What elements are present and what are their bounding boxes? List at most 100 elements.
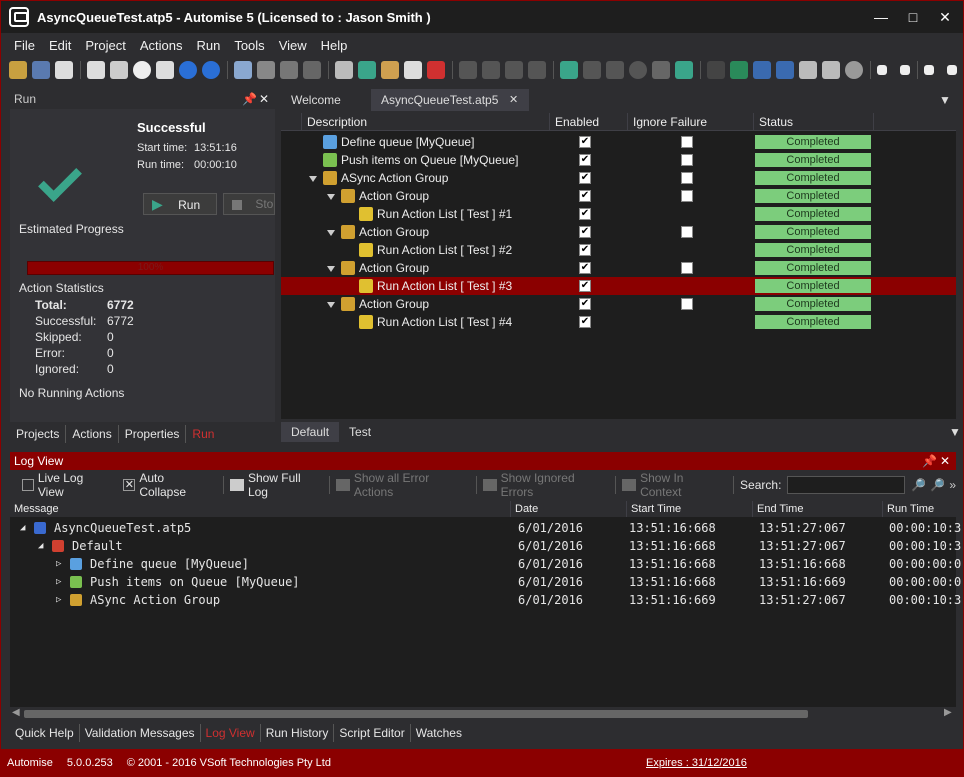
menu-view[interactable]: View bbox=[279, 38, 307, 53]
cut-icon[interactable] bbox=[234, 61, 252, 79]
square-icon[interactable] bbox=[900, 65, 910, 75]
ignore-failure-checkbox[interactable] bbox=[681, 172, 693, 184]
scroll-thumb[interactable] bbox=[24, 710, 808, 718]
log-col-message[interactable]: Message bbox=[10, 501, 510, 517]
checkbox-icon[interactable] bbox=[877, 65, 887, 75]
enabled-checkbox[interactable]: ✔ bbox=[579, 262, 591, 274]
grid-row[interactable]: Define queue [MyQueue] ✔ Completed bbox=[281, 133, 956, 151]
tab-menu-icon[interactable]: ▼ bbox=[939, 93, 951, 107]
check-icon[interactable] bbox=[358, 61, 376, 79]
expand-icon[interactable]: ▷ bbox=[56, 591, 61, 609]
enabled-checkbox[interactable]: ✔ bbox=[579, 316, 591, 328]
menu-file[interactable]: File bbox=[14, 38, 35, 53]
close-window-button[interactable]: ✕ bbox=[935, 7, 955, 27]
add-alt-icon[interactable] bbox=[156, 61, 174, 79]
log-row[interactable]: ▷ ASync Action Group 6/01/2016 13:51:16:669… bbox=[10, 591, 961, 609]
enabled-checkbox[interactable]: ✔ bbox=[579, 298, 591, 310]
scroll-left-icon[interactable]: ◀ bbox=[12, 707, 20, 718]
col-ignore-failure[interactable]: Ignore Failure bbox=[627, 113, 753, 131]
info-icon[interactable] bbox=[202, 61, 220, 79]
expand-icon[interactable]: ▷ bbox=[56, 555, 61, 573]
tab-welcome[interactable]: Welcome bbox=[281, 89, 351, 111]
grid-row[interactable]: Run Action List [ Test ] #2 ✔ Completed bbox=[281, 241, 956, 259]
col-status[interactable]: Status bbox=[753, 113, 873, 131]
paste-icon[interactable] bbox=[280, 61, 298, 79]
save-icon[interactable] bbox=[32, 61, 50, 79]
log-col-runtime[interactable]: Run Time bbox=[882, 501, 956, 517]
menu-actions[interactable]: Actions bbox=[140, 38, 183, 53]
record-icon[interactable] bbox=[629, 61, 647, 79]
binoculars-icon[interactable] bbox=[335, 61, 353, 79]
log-row[interactable]: ◢ AsyncQueueTest.atp5 6/01/2016 13:51:16:66… bbox=[10, 519, 961, 537]
percent-icon[interactable] bbox=[110, 61, 128, 79]
enabled-checkbox[interactable]: ✔ bbox=[579, 154, 591, 166]
tab-script-editor[interactable]: Script Editor bbox=[334, 724, 411, 742]
grid-row[interactable]: Action Group ✔ Completed bbox=[281, 223, 956, 241]
left-icon[interactable] bbox=[505, 61, 523, 79]
stop-icon[interactable] bbox=[606, 61, 624, 79]
grid-row[interactable]: Run Action List [ Test ] #3 ✔ Completed bbox=[281, 277, 956, 295]
log-col-start[interactable]: Start Time bbox=[626, 501, 752, 517]
menu-help[interactable]: Help bbox=[321, 38, 348, 53]
tab-log-view[interactable]: Log View bbox=[201, 724, 261, 742]
ignore-failure-checkbox[interactable] bbox=[681, 154, 693, 166]
checklist-icon[interactable] bbox=[87, 61, 105, 79]
more-options-icon[interactable]: » bbox=[949, 478, 956, 492]
collapse-icon[interactable]: ◢ bbox=[38, 537, 43, 555]
up-icon[interactable] bbox=[459, 61, 477, 79]
open-icon[interactable] bbox=[9, 61, 27, 79]
enabled-checkbox[interactable]: ✔ bbox=[579, 226, 591, 238]
stop-button[interactable]: Sto bbox=[223, 193, 275, 215]
show-in-context-button[interactable]: Show In Context bbox=[640, 471, 727, 499]
new-action-icon[interactable] bbox=[404, 61, 422, 79]
menu-edit[interactable]: Edit bbox=[49, 38, 71, 53]
log-row[interactable]: ◢ Default 6/01/2016 13:51:16:668 13:51:27:06… bbox=[10, 537, 961, 555]
log-pin-icon[interactable]: 📌 bbox=[922, 452, 937, 470]
grid-row[interactable]: Push items on Queue [MyQueue] ✔ Completed bbox=[281, 151, 956, 169]
ignore-failure-checkbox[interactable] bbox=[681, 298, 693, 310]
grid-row[interactable]: Action Group ✔ Completed bbox=[281, 295, 956, 313]
menu-tools[interactable]: Tools bbox=[234, 38, 264, 53]
log-close-button[interactable]: ✕ bbox=[940, 452, 950, 470]
add-icon[interactable] bbox=[133, 61, 151, 79]
plus-small-icon[interactable] bbox=[924, 65, 934, 75]
pin-icon[interactable]: 📌 bbox=[242, 89, 257, 109]
settings-icon[interactable] bbox=[845, 61, 863, 79]
down-icon[interactable] bbox=[482, 61, 500, 79]
menu-project[interactable]: Project bbox=[85, 38, 125, 53]
enabled-checkbox[interactable]: ✔ bbox=[579, 208, 591, 220]
tab-run[interactable]: Run bbox=[186, 425, 220, 443]
grid-row[interactable]: Run Action List [ Test ] #4 ✔ Completed bbox=[281, 313, 956, 331]
tab-watches[interactable]: Watches bbox=[411, 724, 467, 742]
enabled-checkbox[interactable]: ✔ bbox=[579, 136, 591, 148]
collapse-icon[interactable] bbox=[309, 176, 317, 182]
search-next-icon[interactable]: 🔎 bbox=[930, 478, 945, 492]
close-panel-button[interactable]: ✕ bbox=[259, 89, 269, 109]
log-row[interactable]: ▷ Define queue [MyQueue] 6/01/2016 13:51:16… bbox=[10, 555, 961, 573]
log-horizontal-scrollbar[interactable]: ◀ ▶ bbox=[10, 707, 956, 721]
search-input[interactable] bbox=[787, 476, 906, 494]
maximize-button[interactable]: □ bbox=[903, 7, 923, 27]
tab-projects[interactable]: Projects bbox=[10, 425, 67, 443]
grid-row[interactable]: ASync Action Group ✔ Completed bbox=[281, 169, 956, 187]
col-description[interactable]: Description bbox=[301, 113, 551, 131]
tab-actions[interactable]: Actions bbox=[66, 425, 119, 443]
enabled-checkbox[interactable]: ✔ bbox=[579, 244, 591, 256]
dots-icon[interactable] bbox=[707, 61, 725, 79]
delete-icon[interactable] bbox=[427, 61, 445, 79]
scroll-right-icon[interactable]: ▶ bbox=[944, 707, 952, 718]
enabled-checkbox[interactable]: ✔ bbox=[579, 280, 591, 292]
log-row[interactable]: ▷ Push items on Queue [MyQueue] 6/01/2016 1… bbox=[10, 573, 961, 591]
tab-default[interactable]: Default bbox=[281, 422, 340, 442]
tab-validation-messages[interactable]: Validation Messages bbox=[80, 724, 201, 742]
log-col-date[interactable]: Date bbox=[510, 501, 626, 517]
dot-arrow-2-icon[interactable] bbox=[753, 61, 771, 79]
collapse-icon[interactable]: ◢ bbox=[20, 519, 25, 537]
menu-run[interactable]: Run bbox=[196, 38, 220, 53]
ignore-failure-checkbox[interactable] bbox=[681, 190, 693, 202]
ignore-failure-checkbox[interactable] bbox=[681, 226, 693, 238]
enabled-checkbox[interactable]: ✔ bbox=[579, 172, 591, 184]
step-icon[interactable] bbox=[675, 61, 693, 79]
live-log-checkbox[interactable] bbox=[22, 479, 34, 491]
tab-asyncqueuetest[interactable]: AsyncQueueTest.atp5 ✕ bbox=[371, 89, 529, 111]
